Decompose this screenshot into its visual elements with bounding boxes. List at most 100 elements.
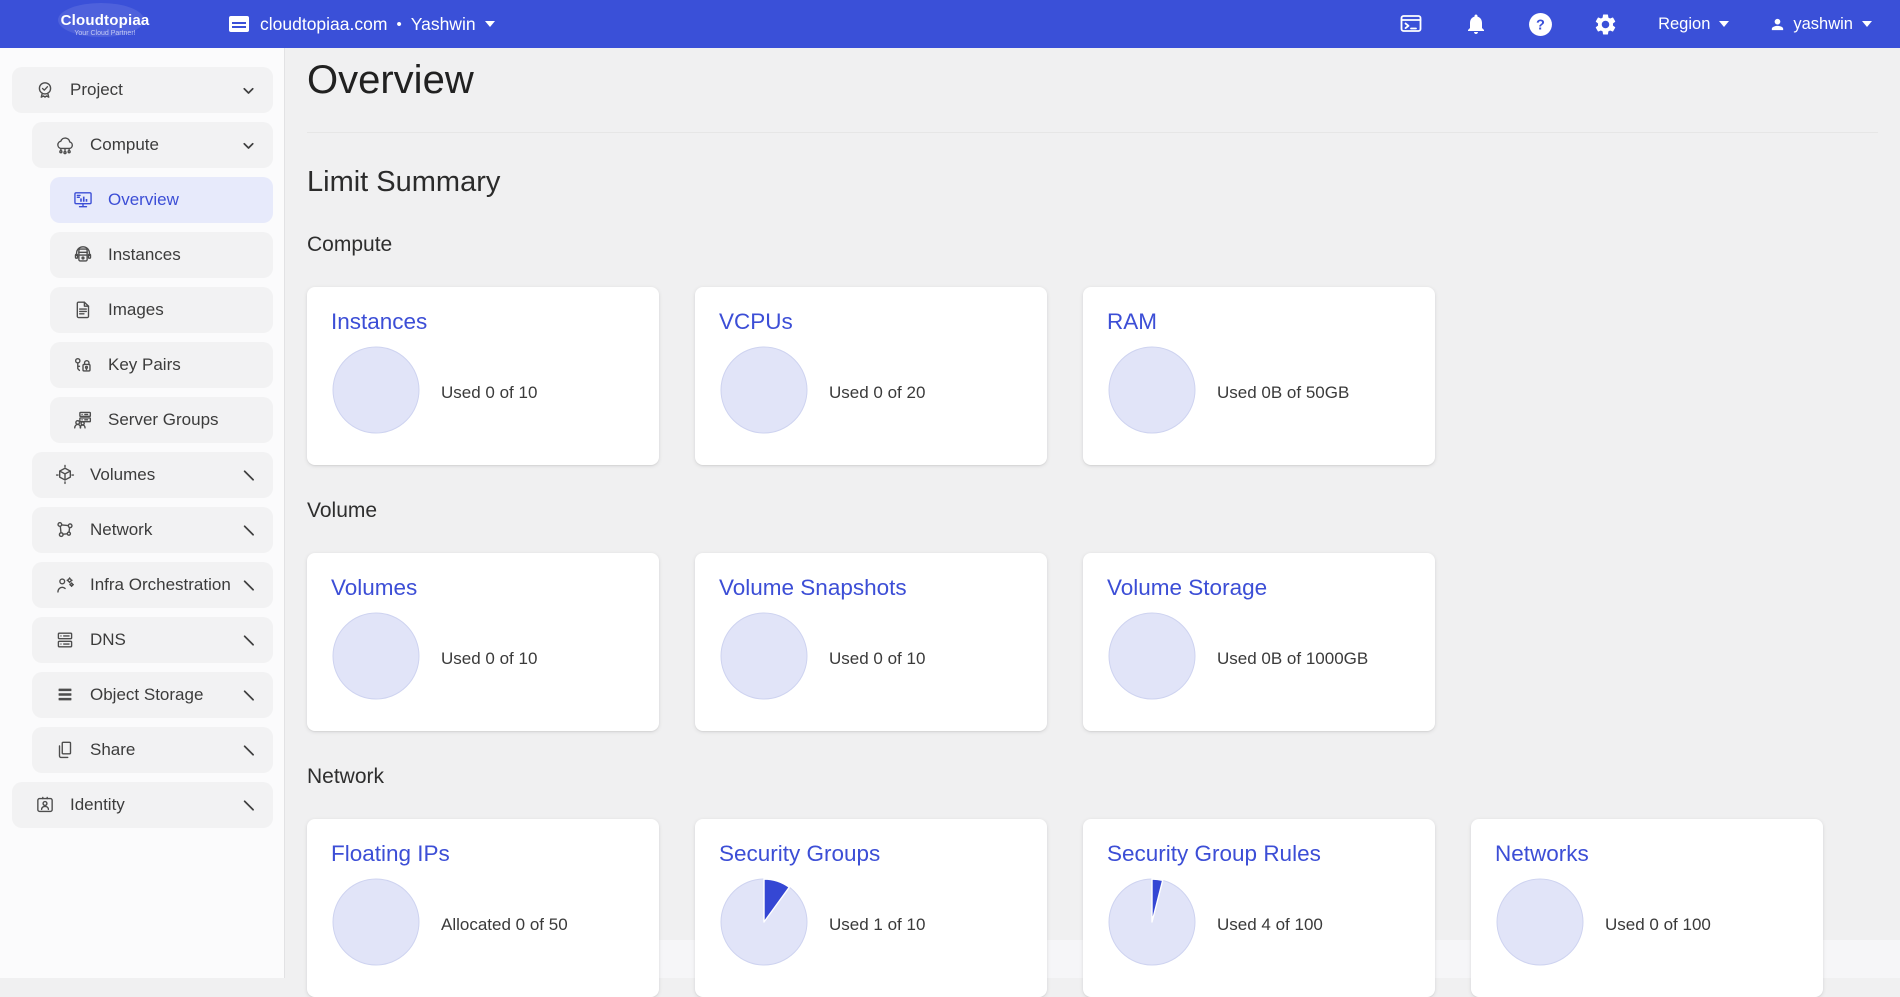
console-icon[interactable] — [1398, 12, 1424, 36]
window-icon — [228, 15, 250, 33]
sidebar-item-server-groups[interactable]: Server Groups — [50, 397, 273, 443]
sidebar-item-share[interactable]: Share — [32, 727, 273, 773]
quota-card-floating-ips: Floating IPs Allocated 0 of 50 — [307, 819, 659, 997]
top-navbar: Cloudtopiaa Your Cloud Partner! cloudtop… — [0, 0, 1900, 48]
user-label: yashwin — [1793, 15, 1853, 34]
sidebar-item-label: Object Storage — [90, 685, 203, 705]
quota-card-volume-storage: Volume Storage Used 0B of 1000GB — [1083, 553, 1435, 731]
sidebar-item-identity[interactable]: Identity — [12, 782, 273, 828]
usage-label: Used 1 of 10 — [829, 915, 925, 935]
usage-pie-chart — [331, 877, 421, 972]
usage-pie-chart — [1107, 345, 1197, 440]
quota-card-body: Used 0B of 50GB — [1107, 345, 1411, 440]
sidebar-item-label: Instances — [108, 245, 181, 265]
limit-summary-heading: Limit Summary — [307, 166, 1878, 199]
card-row-compute: InstancesUsed 0 of 10 VCPUs Used 0 of 20 RA… — [307, 287, 1878, 465]
project-context-switcher[interactable]: cloudtopiaa.com • Yashwin — [228, 14, 495, 35]
quota-card-instances: InstancesUsed 0 of 10 — [307, 287, 659, 465]
sidebar-item-dns[interactable]: DNS — [32, 617, 273, 663]
dashboard-icon — [72, 189, 94, 211]
usage-label: Used 0 of 100 — [1605, 915, 1711, 935]
header-actions: ? Region yashwin — [1398, 12, 1872, 37]
network-icon — [54, 519, 76, 541]
card-row-network: Floating IPs Allocated 0 of 50 Security Gr… — [307, 819, 1878, 997]
quota-card-volumes: VolumesUsed 0 of 10 — [307, 553, 659, 731]
help-icon[interactable]: ? — [1528, 12, 1553, 37]
logo-title: Cloudtopiaa — [40, 12, 170, 29]
sidebar-item-label: Share — [90, 740, 135, 760]
quota-card-body: Used 0B of 1000GB — [1107, 611, 1411, 706]
usage-pie-chart — [719, 345, 809, 440]
object-storage-icon — [54, 684, 76, 706]
sidebar-item-label: Volumes — [90, 465, 155, 485]
sidebar-item-infra-orchestration[interactable]: Infra Orchestration — [32, 562, 273, 608]
quota-card-body: Used 0 of 10 — [719, 611, 1023, 706]
usage-pie-chart — [1495, 877, 1585, 972]
usage-pie-chart — [1107, 877, 1197, 972]
images-icon — [72, 299, 94, 321]
chevron-right-icon — [240, 577, 257, 594]
sidebar-item-network[interactable]: Network — [32, 507, 273, 553]
group-heading-compute: Compute — [307, 233, 1878, 257]
usage-label: Used 0B of 50GB — [1217, 383, 1349, 403]
chevron-right-icon — [240, 522, 257, 539]
quota-card-title[interactable]: Security Groups — [719, 841, 1023, 867]
identity-icon — [34, 794, 56, 816]
usage-label: Used 0 of 20 — [829, 383, 925, 403]
quota-card-title[interactable]: Volume Storage — [1107, 575, 1411, 601]
context-domain: cloudtopiaa.com — [260, 14, 387, 35]
gear-icon[interactable] — [1593, 12, 1618, 37]
quota-card-title[interactable]: Security Group Rules — [1107, 841, 1411, 867]
divider — [307, 132, 1878, 133]
sidebar-item-label: Images — [108, 300, 164, 320]
region-dropdown[interactable]: Region — [1658, 15, 1729, 34]
quota-card-title[interactable]: VCPUs — [719, 309, 1023, 335]
user-menu[interactable]: yashwin — [1769, 15, 1872, 34]
sidebar-item-images[interactable]: Images — [50, 287, 273, 333]
logo[interactable]: Cloudtopiaa Your Cloud Partner! — [40, 12, 170, 37]
usage-pie-chart — [331, 611, 421, 706]
volumes-icon — [54, 464, 76, 486]
quota-card-title[interactable]: Instances — [331, 309, 635, 335]
chevron-down-icon — [240, 137, 257, 154]
page-title: Overview — [307, 56, 1878, 104]
sidebar-item-instances[interactable]: Instances — [50, 232, 273, 278]
sidebar-item-object-storage[interactable]: Object Storage — [32, 672, 273, 718]
sidebar-item-label: Compute — [90, 135, 159, 155]
sidebar-item-volumes[interactable]: Volumes — [32, 452, 273, 498]
notifications-bell-icon[interactable] — [1464, 12, 1488, 36]
quota-card-title[interactable]: Volumes — [331, 575, 635, 601]
quota-card-security-groups: Security Groups Used 1 of 10 — [695, 819, 1047, 997]
chevron-right-icon — [240, 797, 257, 814]
sidebar-item-label: Identity — [70, 795, 125, 815]
sidebar-item-label: Server Groups — [108, 410, 219, 430]
limit-summary-groups: ComputeInstancesUsed 0 of 10VCPUsUsed 0 … — [307, 233, 1878, 997]
quota-card-ram: RAM Used 0B of 50GB — [1083, 287, 1435, 465]
chevron-right-icon — [240, 467, 257, 484]
sidebar-item-project[interactable]: Project — [12, 67, 273, 113]
usage-label: Allocated 0 of 50 — [441, 915, 568, 935]
usage-pie-chart — [1107, 611, 1197, 706]
quota-card-title[interactable]: RAM — [1107, 309, 1411, 335]
sidebar-item-label: Overview — [108, 190, 179, 210]
sidebar-item-overview[interactable]: Overview — [50, 177, 273, 223]
usage-pie-chart — [719, 611, 809, 706]
sidebar-item-key-pairs[interactable]: Key Pairs — [50, 342, 273, 388]
quota-card-title[interactable]: Floating IPs — [331, 841, 635, 867]
quota-card-title[interactable]: Volume Snapshots — [719, 575, 1023, 601]
logo-tagline: Your Cloud Partner! — [40, 30, 170, 37]
sidebar-item-compute[interactable]: Compute — [32, 122, 273, 168]
svg-text:?: ? — [1536, 17, 1545, 33]
quota-card-title[interactable]: Networks — [1495, 841, 1799, 867]
card-row-volume: VolumesUsed 0 of 10Volume SnapshotsUsed … — [307, 553, 1878, 731]
usage-label: Used 0B of 1000GB — [1217, 649, 1368, 669]
group-heading-volume: Volume — [307, 499, 1878, 523]
share-icon — [54, 739, 76, 761]
chevron-down-icon — [240, 82, 257, 99]
user-icon — [1769, 16, 1786, 33]
context-project: Yashwin — [411, 14, 476, 35]
chevron-down-icon — [1719, 21, 1729, 27]
sidebar-item-label: DNS — [90, 630, 126, 650]
orchestration-icon — [54, 574, 76, 596]
chevron-down-icon — [485, 21, 495, 27]
